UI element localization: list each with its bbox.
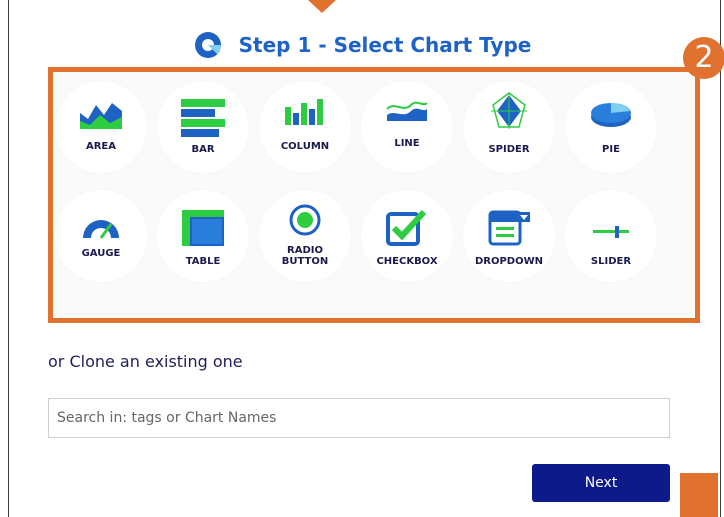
chart-type-pie[interactable]: PIE	[565, 81, 657, 173]
orange-marker	[680, 473, 718, 517]
step-badge: 2	[683, 37, 724, 79]
chart-type-label: BAR	[191, 144, 215, 155]
spider-chart-icon	[491, 92, 527, 129]
checkbox-icon	[386, 210, 427, 246]
chart-type-label: GAUGE	[81, 248, 121, 259]
chart-type-label: LINE	[394, 138, 420, 149]
chart-type-label: RADIO BUTTON	[281, 245, 329, 267]
chart-type-slider[interactable]: SLIDER	[565, 190, 657, 282]
chart-type-label: PIE	[602, 144, 620, 155]
chart-type-label: DROPDOWN	[474, 256, 544, 267]
chart-type-gauge[interactable]: GAUGE	[55, 190, 147, 282]
column-chart-icon	[285, 99, 323, 125]
chart-type-grid: AREA BAR COLUMN LINE SPIDER PIE GAUGE TA…	[48, 67, 700, 323]
dialog-header: Step 1 - Select Chart Type	[0, 30, 724, 60]
chart-type-label: SPIDER	[488, 144, 530, 155]
chart-type-label: TABLE	[185, 256, 221, 267]
pointer-arrow	[308, 0, 336, 13]
chart-type-dropdown[interactable]: DROPDOWN	[463, 190, 555, 282]
bar-chart-icon	[181, 99, 225, 137]
chart-type-label: AREA	[85, 141, 116, 152]
radio-button-icon	[289, 204, 321, 236]
chart-type-line[interactable]: LINE	[361, 81, 453, 173]
line-chart-icon	[386, 101, 428, 121]
clone-heading: or Clone an existing one	[48, 352, 243, 371]
chart-type-bar[interactable]: BAR	[157, 81, 249, 173]
gauge-icon	[83, 220, 119, 239]
chart-type-table[interactable]: TABLE	[157, 190, 249, 282]
chart-type-column[interactable]: COLUMN	[259, 81, 351, 173]
page-title: Step 1 - Select Chart Type	[238, 33, 532, 57]
search-input[interactable]	[48, 398, 670, 438]
app-logo-icon	[194, 32, 221, 58]
table-icon	[182, 210, 224, 246]
chart-type-label: SLIDER	[590, 256, 632, 267]
chart-type-spider[interactable]: SPIDER	[463, 81, 555, 173]
chart-type-label: COLUMN	[280, 141, 330, 152]
chart-type-checkbox[interactable]: CHECKBOX	[361, 190, 453, 282]
dropdown-icon	[488, 210, 530, 246]
area-chart-icon	[80, 103, 122, 129]
chart-type-label: CHECKBOX	[376, 256, 438, 267]
slider-icon	[593, 226, 629, 238]
chart-type-area[interactable]: AREA	[55, 81, 147, 173]
next-button[interactable]: Next	[532, 464, 670, 502]
chart-type-radio-button[interactable]: RADIO BUTTON	[259, 190, 351, 282]
pie-chart-icon	[591, 103, 631, 127]
